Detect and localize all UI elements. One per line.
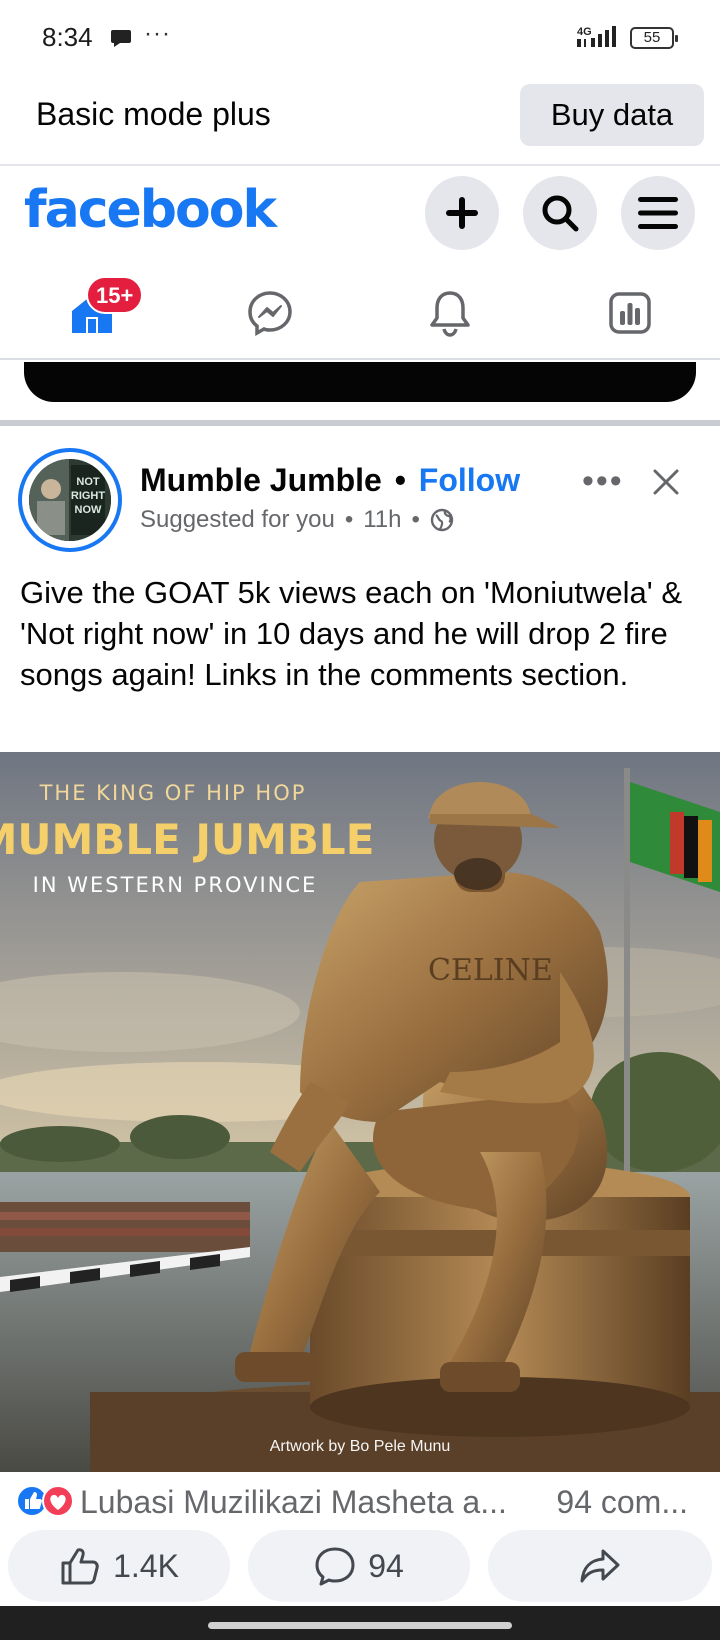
author-line: Mumble Jumble • Follow [140,462,520,499]
app-header: facebook [0,168,720,264]
reaction-icons [16,1485,74,1517]
status-more-icon: ··· [144,20,171,47]
svg-text:RIGHT: RIGHT [71,490,106,502]
status-bar: 8:34 ··· 4G 55 [0,0,720,78]
tab-notifications[interactable] [410,278,490,348]
post-meta: Suggested for you • 11h • [140,506,454,534]
tab-dashboard[interactable] [590,278,670,348]
shirt-text: CELINE [428,953,553,988]
author-name[interactable]: Mumble Jumble [140,462,382,498]
post-artwork: CELINE THE KING OF HIP HOP MUMBLE JUMBLE… [0,752,720,1472]
svg-text:NOW: NOW [75,504,103,516]
globe-icon [430,508,454,532]
post-image[interactable]: CELINE THE KING OF HIP HOP MUMBLE JUMBLE… [0,752,720,1472]
post-text: Give the GOAT 5k views each on 'Moniutwe… [20,575,682,692]
image-title: MUMBLE JUMBLE [0,815,374,864]
battery-icon: 55 [630,27,678,49]
previous-post-button[interactable] [24,362,696,402]
reactions-summary[interactable]: Lubasi Muzilikazi Masheta a... 94 com... [0,1478,720,1528]
messenger-icon [248,291,292,336]
like-button[interactable]: 1.4K [8,1530,230,1602]
follow-button[interactable]: Follow [419,462,520,498]
previous-post-fragment [0,362,720,426]
search-icon [542,195,579,232]
meta-dot: • [344,506,354,533]
search-button[interactable] [523,176,597,250]
svg-text:NOT: NOT [76,476,100,488]
avatar-artwork: NOT RIGHT NOW [29,459,111,541]
comments-count-link[interactable]: 94 com... [556,1484,688,1521]
signal-icon: 4G [577,26,616,47]
comment-button[interactable]: 94 [248,1530,470,1602]
comment-count: 94 [368,1547,404,1584]
dashboard-icon [609,292,651,334]
home-indicator[interactable] [208,1622,512,1629]
buy-data-button[interactable]: Buy data [520,84,704,146]
like-count: 1.4K [113,1547,179,1584]
share-icon [580,1549,620,1583]
system-navigation-bar [0,1606,720,1640]
menu-button[interactable] [621,176,695,250]
basic-mode-bar: Basic mode plus Buy data [0,78,720,166]
reaction-names[interactable]: Lubasi Muzilikazi Masheta a... [80,1484,507,1521]
image-subtitle: IN WESTERN PROVINCE [33,873,318,897]
notification-badge: 15+ [86,276,144,314]
comment-icon [315,1547,355,1586]
plus-icon [446,197,478,229]
network-type: 4G [577,26,592,38]
avatar-image: NOT RIGHT NOW [29,459,111,541]
author-separator: • [394,462,406,498]
image-tagline: THE KING OF HIP HOP [39,781,307,805]
post-options-icon[interactable]: ••• [582,462,624,501]
bell-icon [430,291,470,337]
image-credit: Artwork by Bo Pele Munu [270,1438,451,1455]
suggested-label: Suggested for you [140,506,335,533]
post-header: NOT RIGHT NOW Mumble Jumble • Follow Sug… [0,432,720,562]
like-icon [61,1548,99,1585]
chat-notification-icon [111,30,131,47]
mode-label: Basic mode plus [36,96,271,132]
status-time: 8:34 [42,22,93,52]
tab-messenger[interactable] [230,278,310,348]
close-icon[interactable] [652,468,680,496]
menu-icon [638,197,678,229]
share-button[interactable] [488,1530,712,1602]
author-avatar[interactable]: NOT RIGHT NOW [18,448,122,552]
create-button[interactable] [425,176,499,250]
tab-bar: 15+ [0,264,720,360]
meta-dot-2: • [411,506,420,533]
post-time[interactable]: 11h [363,506,401,534]
facebook-logo[interactable]: facebook [24,180,277,240]
